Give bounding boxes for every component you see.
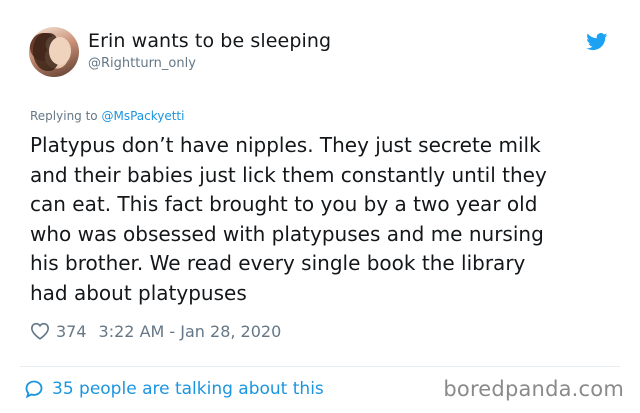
avatar-face	[49, 37, 71, 65]
replying-to: Replying to @MsPackyetti	[30, 109, 184, 123]
tweet-text: Platypus don’t have nipples. They just s…	[30, 133, 547, 305]
divider	[20, 366, 620, 367]
reply-mention-link[interactable]: @MsPackyetti	[101, 109, 184, 123]
author-handle[interactable]: @Rightturn_only	[88, 56, 196, 71]
like-count[interactable]: 374	[56, 322, 87, 341]
tweet-meta: 374 3:22 AM - Jan 28, 2020	[30, 320, 281, 342]
speech-bubble-icon	[25, 380, 43, 399]
talking-link[interactable]: 35 people are talking about this	[24, 379, 324, 399]
author-display-name[interactable]: Erin wants to be sleeping	[88, 30, 331, 52]
heart-icon[interactable]	[30, 322, 50, 340]
timestamp-link[interactable]: 3:22 AM - Jan 28, 2020	[99, 322, 282, 341]
avatar[interactable]	[29, 27, 79, 77]
replying-prefix: Replying to	[30, 109, 102, 123]
talking-text: 35 people are talking about this	[52, 379, 324, 399]
tweet-card: Erin wants to be sleeping @Rightturn_onl…	[0, 0, 640, 413]
twitter-bird-icon[interactable]	[586, 33, 608, 51]
watermark: boredpanda.com	[443, 377, 624, 401]
